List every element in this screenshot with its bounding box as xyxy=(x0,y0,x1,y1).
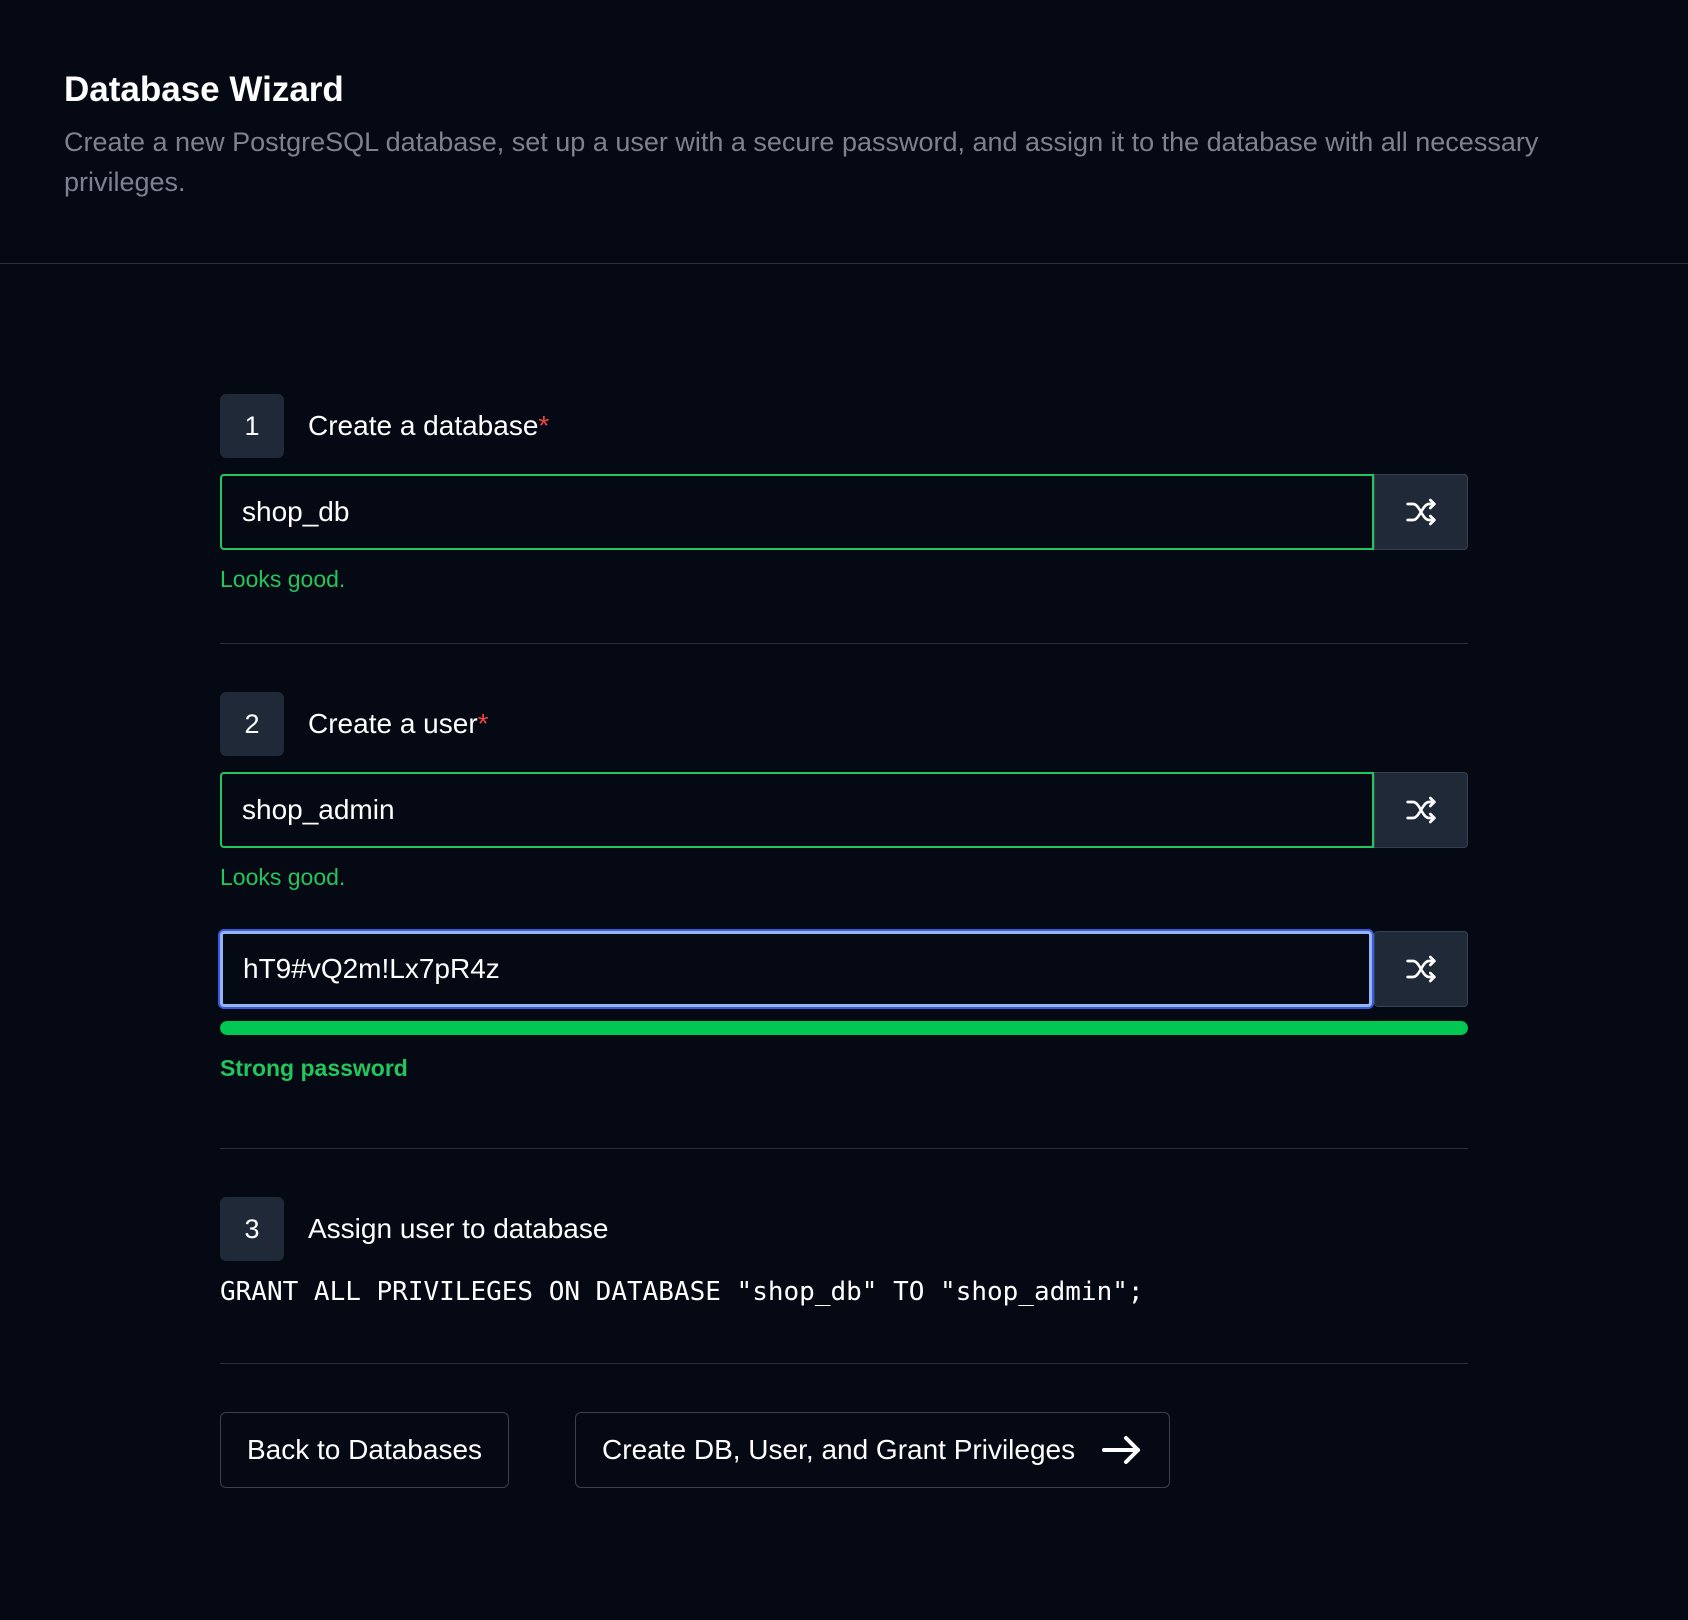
step-assign-user: 3 Assign user to database GRANT ALL PRIV… xyxy=(220,1197,1468,1307)
password-strength-fill xyxy=(220,1021,1468,1035)
required-mark: * xyxy=(477,708,489,739)
step-number-badge: 1 xyxy=(220,394,284,458)
step-label-text: Create a user xyxy=(308,708,478,739)
section-divider xyxy=(220,643,1468,644)
required-mark: * xyxy=(538,410,550,441)
password-strength-label: Strong password xyxy=(220,1055,408,1081)
wizard-form: 1 Create a database* shop_db Looks good.… xyxy=(220,394,1468,1488)
page-description: Create a new PostgreSQL database, set up… xyxy=(64,127,1539,197)
username-input[interactable]: shop_admin xyxy=(220,772,1374,848)
back-to-databases-button[interactable]: Back to Databases xyxy=(220,1412,510,1488)
step-number-badge: 3 xyxy=(220,1197,284,1261)
submit-button-label: Create DB, User, and Grant Privileges xyxy=(602,1434,1076,1465)
step-label: Create a user* xyxy=(308,708,489,740)
step-header: 1 Create a database* xyxy=(220,394,1468,458)
form-actions: Back to Databases Create DB, User, and G… xyxy=(220,1412,1468,1488)
generate-username-button[interactable] xyxy=(1374,772,1468,848)
page-header: Database Wizard Create a new PostgreSQL … xyxy=(0,0,1688,264)
arrow-right-icon xyxy=(1102,1436,1141,1464)
generate-database-name-button[interactable] xyxy=(1374,474,1468,550)
password-input[interactable]: hT9#vQ2m!Lx7pR4z xyxy=(220,931,1372,1007)
password-row: hT9#vQ2m!Lx7pR4z xyxy=(220,931,1468,1007)
step-number-badge: 2 xyxy=(220,692,284,756)
step-create-database: 1 Create a database* shop_db Looks good. xyxy=(220,394,1468,593)
database-name-feedback: Looks good. xyxy=(220,566,346,592)
step-header: 2 Create a user* xyxy=(220,692,1468,756)
database-name-input[interactable]: shop_db xyxy=(220,474,1374,550)
step-label-text: Create a database xyxy=(308,410,539,441)
back-button-label: Back to Databases xyxy=(247,1434,483,1465)
step-create-user: 2 Create a user* shop_admin Looks good. … xyxy=(220,692,1468,1082)
username-row: shop_admin xyxy=(220,772,1468,848)
create-db-user-grant-button[interactable]: Create DB, User, and Grant Privileges xyxy=(575,1412,1171,1488)
username-feedback: Looks good. xyxy=(220,864,346,890)
password-strength-bar xyxy=(220,1021,1468,1035)
grant-sql-statement: GRANT ALL PRIVILEGES ON DATABASE "shop_d… xyxy=(220,1277,1144,1307)
shuffle-icon xyxy=(1406,498,1436,526)
generate-password-button[interactable] xyxy=(1374,931,1468,1007)
section-divider xyxy=(220,1148,1468,1149)
step-header: 3 Assign user to database xyxy=(220,1197,1468,1261)
step-label: Create a database* xyxy=(308,410,549,442)
page-title: Database Wizard xyxy=(64,70,344,109)
shuffle-icon xyxy=(1406,955,1436,983)
shuffle-icon xyxy=(1406,796,1436,824)
section-divider xyxy=(220,1363,1468,1364)
database-name-row: shop_db xyxy=(220,474,1468,550)
step-label: Assign user to database xyxy=(308,1213,609,1244)
